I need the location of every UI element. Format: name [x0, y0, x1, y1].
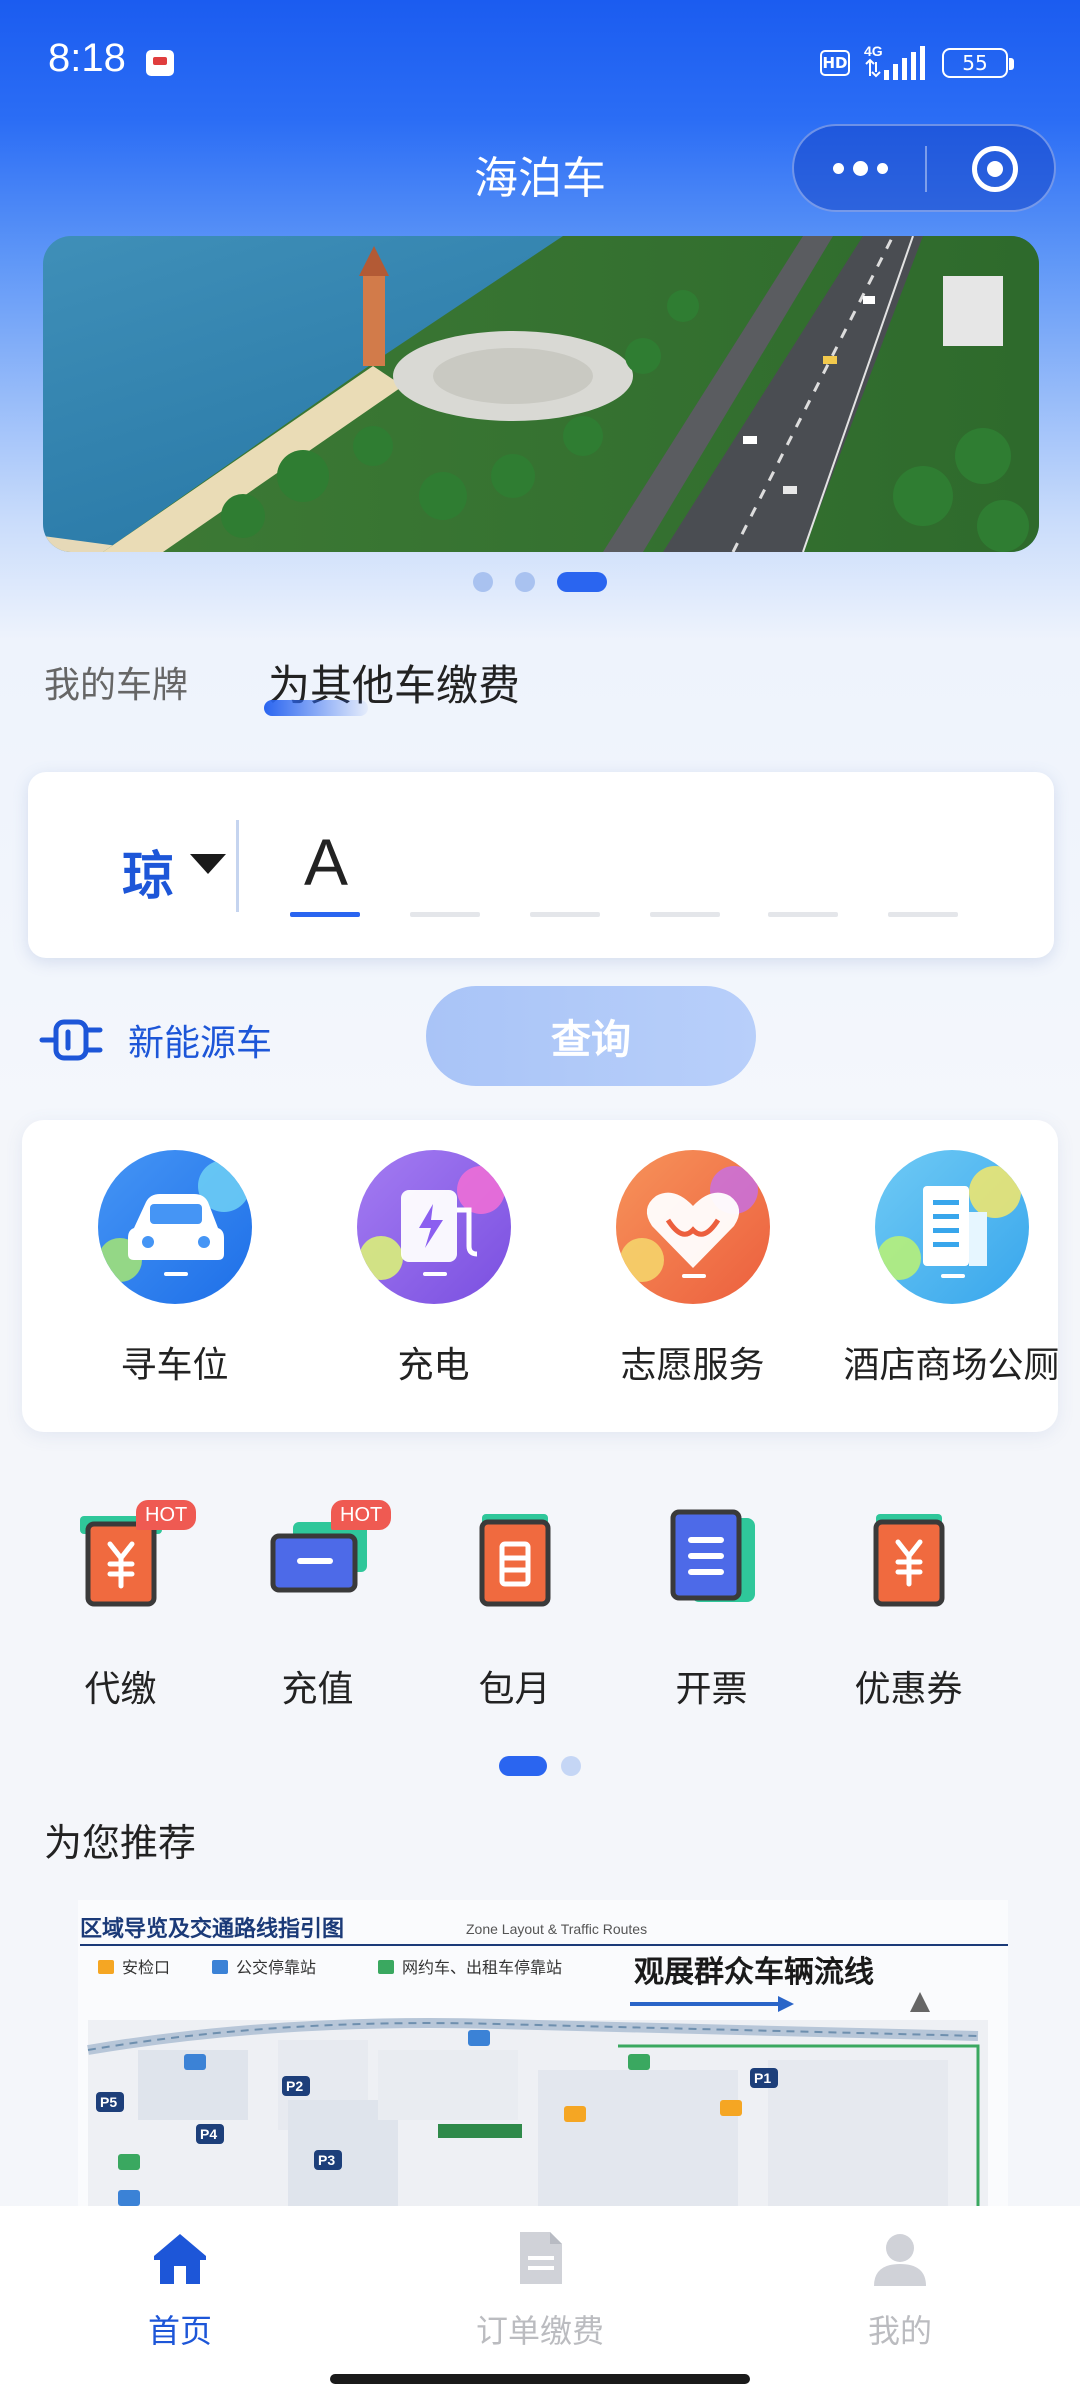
notification-icon [146, 50, 174, 76]
quick-action-pagination [0, 1756, 1080, 1776]
banner-dot-active[interactable] [557, 572, 607, 592]
traffic-route-map: 区域导览及交通路线指引图 Zone Layout & Traffic Route… [78, 1900, 1008, 2206]
service-volunteer[interactable]: 志愿服务 [563, 1150, 822, 1388]
map-subtitle: Zone Layout & Traffic Routes [466, 1921, 647, 1937]
more-dot-icon [876, 162, 888, 174]
charging-icon [356, 1150, 511, 1304]
quick-action-recharge[interactable]: HOT 充值 [219, 1500, 416, 1712]
quick-action-label: 优惠券 [854, 1669, 963, 1710]
more-dot-icon [852, 160, 868, 176]
map-legend-item: 网约车、出租车停靠站 [402, 1958, 562, 1977]
service-hotel-mall-toilet[interactable]: 酒店商场公厕 [822, 1150, 1080, 1388]
nav-item-home[interactable]: 首页 [0, 2226, 360, 2352]
quick-action-label: 包月 [478, 1669, 551, 1710]
service-label: 寻车位 [120, 1345, 229, 1386]
volunteer-heart-icon [615, 1150, 770, 1304]
qa-page-dot-active[interactable] [499, 1756, 547, 1776]
home-icon [154, 2234, 206, 2284]
province-divider [236, 820, 239, 912]
map-zone-label: P1 [754, 2070, 771, 2086]
plate-slot-5[interactable] [768, 912, 838, 917]
invoice-icon [657, 1500, 767, 1610]
plate-slot-2[interactable] [410, 912, 480, 917]
map-zone-label: P3 [318, 2152, 335, 2168]
hot-badge: HOT [136, 1500, 197, 1530]
plate-slot-4[interactable] [650, 912, 720, 917]
map-zone-label: P2 [286, 2078, 303, 2094]
map-headline: 观展群众车辆流线 [634, 1955, 874, 1990]
hot-badge: HOT [331, 1500, 392, 1530]
service-label: 酒店商场公厕 [843, 1345, 1060, 1386]
query-button[interactable]: 查询 [426, 986, 756, 1086]
hd-icon: HD [820, 50, 850, 76]
tab-my-plate[interactable]: 我的车牌 [44, 656, 188, 708]
map-title: 区域导览及交通路线指引图 [80, 1916, 344, 1942]
battery-icon: 55 [942, 48, 1014, 78]
coupon-icon [854, 1500, 964, 1610]
banner-carousel[interactable] [43, 236, 1039, 552]
status-time: 8:18 [48, 36, 126, 80]
quick-action-coupon[interactable]: 优惠券 [810, 1500, 1007, 1712]
caret-down-icon[interactable] [190, 854, 226, 874]
ev-plug-icon[interactable] [38, 1010, 108, 1070]
capsule-divider [925, 146, 927, 192]
banner-image [43, 236, 1039, 552]
map-zone-label: P5 [100, 2094, 117, 2110]
building-icon [874, 1150, 1029, 1304]
plate-slot-1[interactable] [290, 912, 360, 917]
signal-icon: 4G [864, 43, 925, 80]
network-type: 4G [864, 43, 883, 59]
service-label: 志愿服务 [620, 1345, 765, 1386]
map-zone-label: P4 [200, 2126, 217, 2142]
quick-action-monthly[interactable]: 包月 [416, 1500, 613, 1712]
recommend-title: 为您推荐 [44, 1821, 197, 1865]
close-target-icon[interactable] [972, 146, 1018, 192]
monthly-pass-icon [460, 1500, 570, 1610]
banner-dot[interactable] [515, 572, 535, 592]
mini-program-capsule [792, 124, 1056, 212]
profile-icon [874, 2234, 926, 2286]
qa-page-dot[interactable] [561, 1756, 581, 1776]
quick-action-label: 充值 [281, 1669, 354, 1710]
plate-slot-6[interactable] [888, 912, 958, 917]
plate-char-1[interactable]: A [290, 824, 362, 900]
order-document-icon [520, 2232, 562, 2284]
recommend-map-card[interactable]: 区域导览及交通路线指引图 Zone Layout & Traffic Route… [78, 1900, 1008, 2206]
quick-action-label: 代缴 [84, 1669, 157, 1710]
nav-label: 订单缴费 [475, 2312, 604, 2350]
service-find-parking[interactable]: 寻车位 [45, 1150, 304, 1388]
tab-active-indicator [264, 700, 368, 716]
home-indicator [330, 2374, 750, 2384]
new-energy-vehicle-toggle[interactable]: 新能源车 [128, 1014, 272, 1066]
banner-dot[interactable] [473, 572, 493, 592]
more-menu-button[interactable] [794, 126, 926, 210]
quick-action-label: 开票 [675, 1669, 748, 1710]
province-selector[interactable]: 琼 [122, 834, 174, 909]
service-label: 充电 [397, 1345, 470, 1386]
plate-slot-3[interactable] [530, 912, 600, 917]
service-charging[interactable]: 充电 [304, 1150, 563, 1388]
service-grid: 寻车位 充电 志愿服务 酒店商场公厕 [22, 1120, 1060, 1432]
plate-input-card: 琼 A [28, 772, 1054, 958]
map-legend-item: 公交停靠站 [236, 1958, 316, 1977]
banner-pagination [0, 572, 1080, 592]
nav-item-profile[interactable]: 我的 [720, 2226, 1080, 2352]
nav-label: 我的 [867, 2312, 932, 2350]
bottom-navigation: 首页 订单缴费 我的 [0, 2206, 1080, 2400]
quick-action-pay-for-others[interactable]: HOT 代缴 [22, 1500, 219, 1712]
car-icon [97, 1150, 252, 1304]
nav-label: 首页 [147, 2312, 212, 2350]
map-legend-item: 安检口 [122, 1958, 170, 1977]
quick-action-invoice[interactable]: 开票 [613, 1500, 810, 1712]
nav-item-orders[interactable]: 订单缴费 [360, 2226, 720, 2352]
more-dot-icon [832, 162, 844, 174]
status-bar: 8:18 HD 4G 55 [0, 0, 1080, 120]
